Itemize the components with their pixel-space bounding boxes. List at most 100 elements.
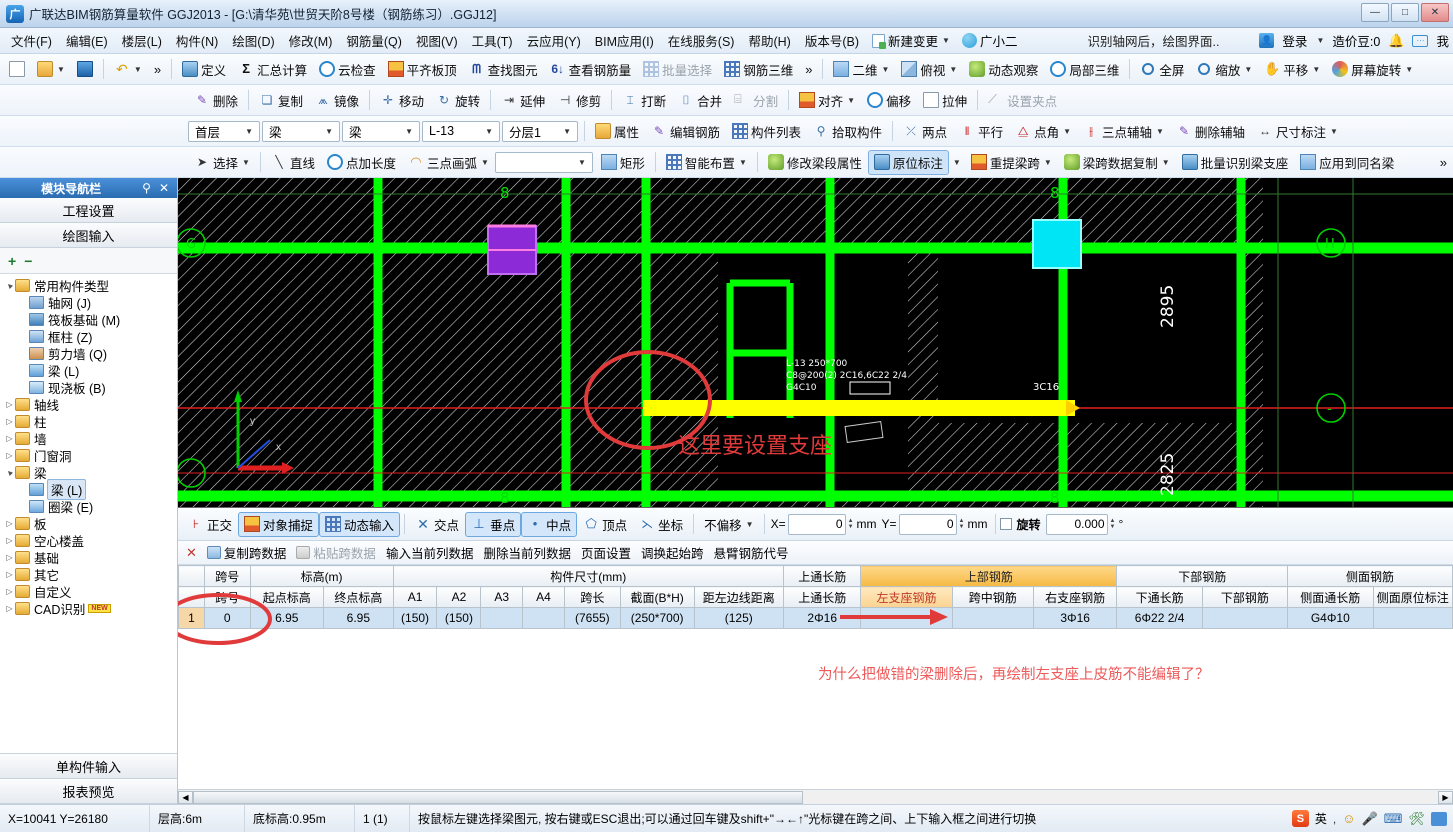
expand-arrow-icon[interactable]: ▷ — [4, 553, 15, 562]
expand-arrow-icon[interactable]: ▷ — [4, 536, 15, 545]
category-combo[interactable]: 梁 ▼ — [262, 120, 340, 142]
paste-span-button[interactable]: 粘贴跨数据 — [296, 543, 376, 562]
menu-bim[interactable]: BIM应用(I) — [588, 28, 661, 53]
tree-item-常用构件类型[interactable]: ▲ 常用构件类型 — [0, 277, 177, 294]
cell-起点标高[interactable]: 6.95 — [249, 607, 325, 629]
expand-arrow-icon[interactable]: ▷ — [4, 417, 15, 426]
perpendicular-toggle[interactable]: ⊥ 垂点 — [465, 511, 522, 537]
scroll-thumb[interactable] — [193, 790, 803, 804]
login-label[interactable]: 登录 — [1282, 31, 1307, 50]
pan-button[interactable]: ✋ 平移 ▼ — [1258, 57, 1326, 82]
column-header-右支座钢筋[interactable]: 右支座钢筋 — [1032, 586, 1118, 608]
expand-arrow-icon[interactable]: ▷ — [4, 434, 15, 443]
offset-button[interactable]: 偏移 — [861, 88, 917, 113]
scroll-right-icon[interactable]: ▶ — [1438, 790, 1453, 804]
cell-侧面通长筋[interactable]: G4Φ10 — [1287, 607, 1374, 629]
cell-下部钢筋[interactable] — [1201, 607, 1289, 629]
close-button[interactable]: ✕ — [1421, 3, 1449, 22]
cell-A2[interactable]: (150) — [436, 607, 482, 629]
in-situ-label-button[interactable]: 原位标注 — [867, 149, 949, 175]
vertex-toggle[interactable]: ⬠ 顶点 — [577, 512, 633, 537]
copy-button[interactable]: ❏ 复制 — [253, 88, 309, 113]
sidebar-item-single-member-input[interactable]: 单构件输入 — [0, 754, 177, 779]
view-rebar-button[interactable]: 6↓ 查看钢筋量 — [544, 57, 638, 82]
column-header-终点标高[interactable]: 终点标高 — [323, 586, 394, 608]
drawing-canvas[interactable]: L-13 250*700 C8@200(2) 2C16,6C22 2/4 G4C… — [178, 178, 1453, 508]
view-2d-button[interactable]: 二维 ▼ — [827, 57, 895, 82]
member-list-button[interactable]: 构件列表 — [726, 119, 807, 144]
expand-arrow-icon[interactable]: ▷ — [4, 587, 15, 596]
floor-combo[interactable]: 首层 ▼ — [188, 120, 260, 142]
sidebar-item-draw-input[interactable]: 绘图输入 — [0, 223, 177, 248]
span-copy-button[interactable]: 梁跨数据复制 ▼ — [1058, 150, 1176, 175]
tree-item-圈梁E[interactable]: 圈梁 (E) — [0, 498, 177, 515]
expand-arrow-icon[interactable]: ▷ — [4, 519, 15, 528]
column-header-截面(B*H)[interactable]: 截面(B*H) — [619, 586, 695, 608]
save-button[interactable] — [71, 58, 99, 80]
mirror-button[interactable]: ⩕ 镜像 — [309, 88, 365, 113]
maximize-button[interactable]: □ — [1391, 3, 1419, 22]
emoji-icon[interactable]: ☺ — [1342, 811, 1355, 826]
menu-cloud[interactable]: 云应用(Y) — [520, 28, 588, 53]
tree-item-筏板基础M[interactable]: 筏板基础 (M) — [0, 311, 177, 328]
expand-arrow-icon[interactable]: ▷ — [4, 451, 15, 460]
new-change-button[interactable]: 新建变更 ▼ — [866, 29, 956, 52]
tree-item-墙[interactable]: ▷ 墙 — [0, 430, 177, 447]
x-input[interactable]: 0 — [787, 513, 846, 535]
rotate-checkbox[interactable] — [999, 518, 1012, 530]
scroll-left-icon[interactable]: ◀ — [178, 790, 193, 804]
rebar-3d-button[interactable]: 钢筋三维 — [718, 57, 799, 82]
set-grip-button[interactable]: ⟋ 设置夹点 — [982, 88, 1063, 113]
column-header-A2[interactable]: A2 — [436, 586, 482, 608]
copy-span-button[interactable]: 复制跨数据 — [206, 543, 286, 562]
column-header-侧面原位标注[interactable]: 侧面原位标注 — [1372, 586, 1453, 608]
rectangle-button[interactable]: 矩形 — [595, 150, 651, 175]
assistant-button[interactable]: 广小二 — [956, 29, 1024, 52]
expand-arrow-icon[interactable]: ▷ — [4, 604, 15, 613]
type-combo[interactable]: 梁 ▼ — [342, 120, 420, 142]
y-input[interactable]: 0 — [898, 513, 957, 535]
intersection-toggle[interactable]: ✕ 交点 — [409, 512, 465, 537]
extend-button[interactable]: ⇥ 延伸 — [495, 88, 551, 113]
edit-rebar-button[interactable]: ✎ 编辑钢筋 — [645, 119, 726, 144]
screen-rotate-button[interactable]: 屏幕旋转 ▼ — [1326, 57, 1419, 82]
add-icon[interactable]: + — [8, 253, 16, 269]
column-header-index[interactable] — [178, 586, 205, 608]
cell-截面(B*H)[interactable]: (250*700) — [619, 607, 695, 629]
keyboard-icon[interactable]: ⌨ — [1384, 811, 1403, 827]
chat-icon[interactable]: ··· — [1412, 34, 1429, 47]
column-header-跨长[interactable]: 跨长 — [563, 586, 621, 608]
parallel-button[interactable]: ‖ 平行 — [953, 119, 1009, 144]
open-button[interactable]: ▼ — [31, 58, 71, 80]
cell-上通长筋[interactable]: 2Φ16 — [782, 607, 862, 629]
cell-下通长筋[interactable]: 6Φ22 2/4 — [1116, 607, 1203, 629]
bell-icon[interactable]: 🔔 — [1388, 33, 1404, 49]
menu-version[interactable]: 版本号(B) — [798, 28, 866, 53]
two-point-button[interactable]: ⤫ 两点 — [897, 119, 953, 144]
rotate-input[interactable]: 0.000 — [1045, 513, 1108, 535]
find-element-button[interactable]: ᗰ 查找图元 — [463, 57, 544, 82]
dimension-button[interactable]: ↔ 尺寸标注 ▼ — [1251, 119, 1344, 144]
remove-icon[interactable]: − — [24, 253, 32, 269]
menu-file[interactable]: 文件(F) — [4, 28, 59, 53]
x-spinner[interactable]: ▲ ▼ — [848, 518, 854, 530]
edit-beam-seg-button[interactable]: 修改梁段属性 — [762, 150, 868, 175]
member-combo[interactable]: L-13 ▼ — [422, 120, 500, 142]
smart-layout-button[interactable]: 智能布置 ▼ — [660, 150, 753, 175]
tree-item-基础[interactable]: ▷ 基础 — [0, 549, 177, 566]
tree-item-框柱Z[interactable]: 框柱 (Z) — [0, 328, 177, 345]
window-controls[interactable]: — □ ✕ — [1361, 3, 1449, 22]
sogou-icon[interactable]: S — [1291, 810, 1309, 827]
column-header-侧面通长筋[interactable]: 侧面通长筋 — [1287, 586, 1374, 608]
column-header-A1[interactable]: A1 — [392, 586, 438, 608]
ime-label[interactable]: 英 — [1315, 810, 1327, 827]
mic-icon[interactable]: 🎤 — [1362, 811, 1378, 827]
define-button[interactable]: 定义 — [176, 57, 232, 82]
apply-same-beam-button[interactable]: 应用到同名梁 — [1294, 150, 1400, 175]
column-header-跨号[interactable]: 跨号 — [203, 586, 251, 608]
cell-左支座钢筋[interactable] — [860, 607, 953, 629]
menu-tools[interactable]: 工具(T) — [465, 28, 520, 53]
column-header-A3[interactable]: A3 — [480, 586, 524, 608]
undo-button[interactable]: ↶ ▼ — [108, 58, 148, 80]
cell-终点标高[interactable]: 6.95 — [323, 607, 394, 629]
